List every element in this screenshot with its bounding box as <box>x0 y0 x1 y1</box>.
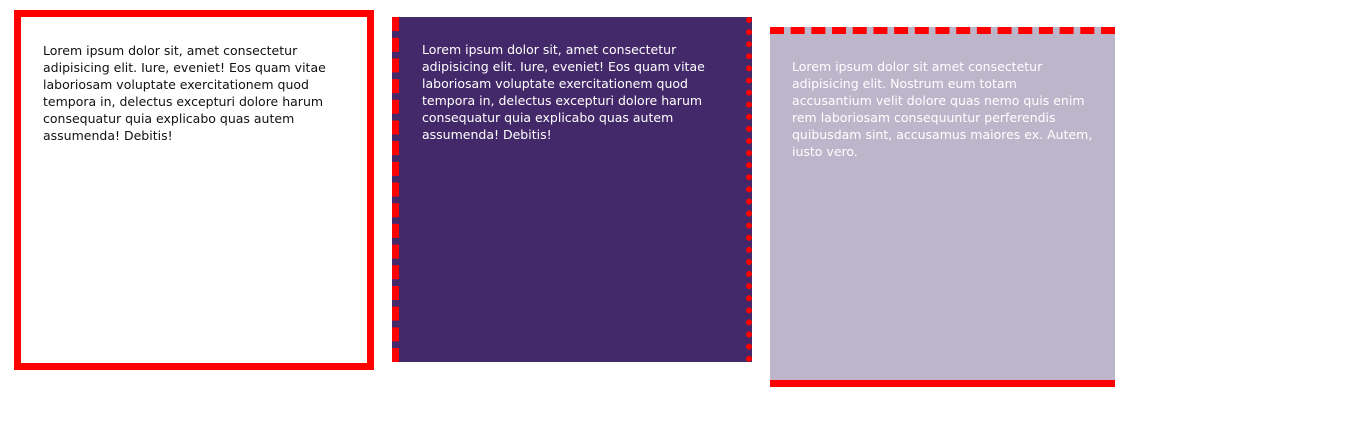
box-text: Lorem ipsum dolor sit amet consectetur a… <box>792 59 1093 159</box>
box-text: Lorem ipsum dolor sit, amet consectetur … <box>43 43 326 143</box>
box-text: Lorem ipsum dolor sit, amet consectetur … <box>422 42 705 142</box>
dashed-top-border-box: Lorem ipsum dolor sit amet consectetur a… <box>770 27 1115 387</box>
dashed-dotted-border-box: Lorem ipsum dolor sit, amet consectetur … <box>392 17 752 362</box>
solid-border-box: Lorem ipsum dolor sit, amet consectetur … <box>14 10 374 370</box>
